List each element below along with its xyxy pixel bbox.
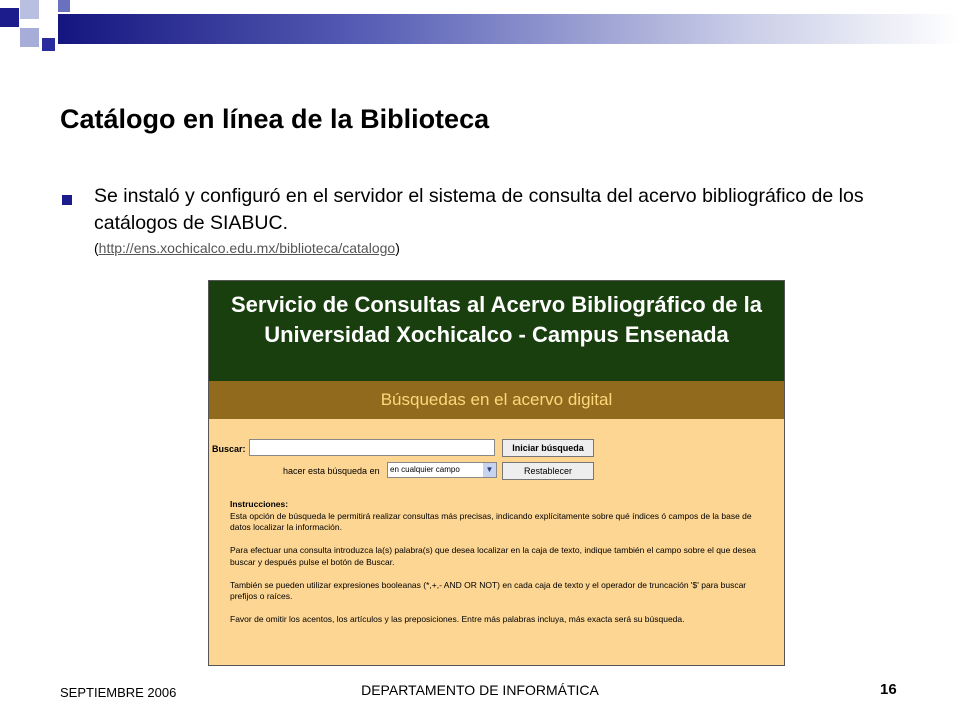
page-number: 16 [880, 681, 897, 698]
instructions-p2: Para efectuar una consulta introduzca la… [230, 545, 756, 567]
decor-square [42, 38, 55, 51]
field-select-value: en cualquier campo [390, 465, 460, 474]
title-gradient-bar [58, 14, 960, 44]
instructions-p4: Favor de omitir los acentos, los artícul… [230, 614, 685, 624]
bullet-text: Se instaló y configuró en el servidor el… [94, 185, 864, 234]
url-line: (http://ens.xochicalco.edu.mx/biblioteca… [94, 240, 400, 256]
embedded-header: Servicio de Consultas al Acervo Bibliogr… [209, 281, 784, 381]
decor-square [20, 28, 39, 47]
field-row: hacer esta búsqueda en en cualquier camp… [209, 462, 784, 480]
reset-button[interactable]: Restablecer [502, 462, 594, 480]
chevron-down-icon[interactable]: ▼ [483, 463, 496, 477]
decor-square [0, 8, 19, 27]
instructions-p1: Esta opción de búsqueda le permitirá rea… [230, 510, 752, 533]
catalog-link[interactable]: http://ens.xochicalco.edu.mx/biblioteca/… [99, 240, 396, 256]
embedded-subheader: Búsquedas en el acervo digital [209, 381, 784, 419]
url-close-paren: ) [395, 240, 400, 256]
instructions: Instrucciones: Esta opción de búsqueda l… [230, 499, 765, 637]
search-input[interactable] [249, 439, 495, 456]
search-label: Buscar: [212, 444, 246, 454]
field-label: hacer esta búsqueda en [283, 466, 380, 476]
embedded-screenshot: Servicio de Consultas al Acervo Bibliogr… [208, 280, 785, 666]
field-select[interactable]: en cualquier campo ▼ [387, 462, 497, 478]
instructions-p3: También se pueden utilizar expresiones b… [230, 579, 747, 602]
decor-square [20, 0, 39, 19]
embedded-header-line2: Universidad Xochicalco - Campus Ensenada [264, 322, 729, 347]
instructions-heading: Instrucciones: [230, 499, 289, 509]
search-row: Buscar: Iniciar búsqueda [209, 439, 784, 459]
slide-title: Catálogo en línea de la Biblioteca [60, 104, 490, 134]
bullet-square-icon [62, 195, 72, 205]
footer-department: DEPARTAMENTO DE INFORMÁTICA [361, 682, 599, 698]
search-button[interactable]: Iniciar búsqueda [502, 439, 594, 457]
decor-square [58, 0, 70, 12]
embedded-header-line1: Servicio de Consultas al Acervo Bibliogr… [230, 292, 762, 317]
